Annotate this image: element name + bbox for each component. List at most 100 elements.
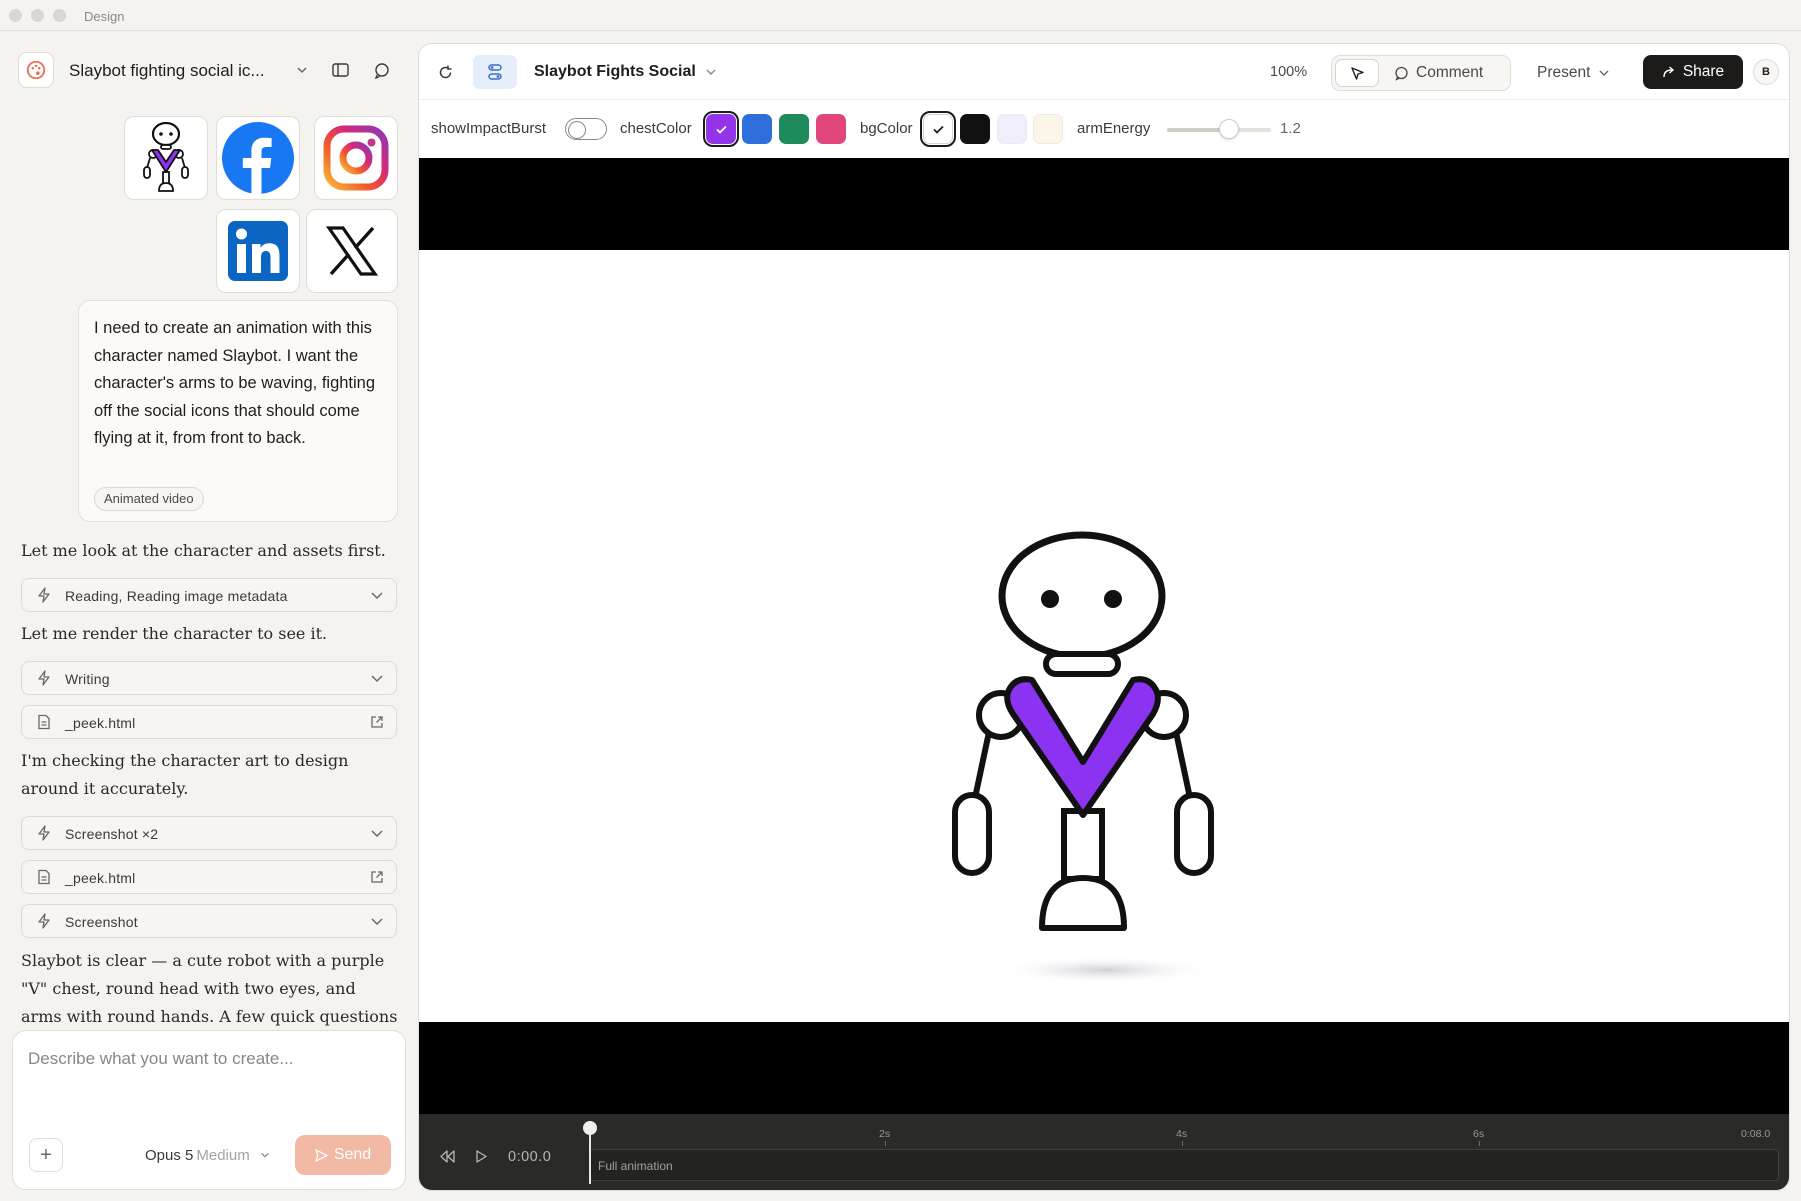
chevron-down-icon: [371, 918, 383, 926]
mode-switcher: Comment: [1331, 55, 1511, 91]
file-name: _peek.html: [65, 715, 136, 731]
play-icon[interactable]: [473, 1148, 489, 1164]
lightning-icon: [38, 587, 50, 603]
robot-hand-left: [952, 792, 992, 876]
minimize-window-button[interactable]: [31, 9, 44, 22]
comment-label: Comment: [1416, 64, 1484, 81]
present-button[interactable]: Present: [1537, 64, 1610, 82]
arm-energy-handle[interactable]: [1219, 119, 1240, 139]
arm-energy-value: 1.2: [1280, 120, 1301, 137]
tool-call-label: Reading, Reading image metadata: [65, 588, 288, 604]
check-icon: [932, 125, 944, 134]
share-button[interactable]: Share: [1643, 55, 1743, 89]
rewind-icon[interactable]: [439, 1148, 455, 1164]
prompt-input[interactable]: [28, 1049, 388, 1069]
comment-icon: [1395, 66, 1408, 81]
palette-icon[interactable]: [18, 52, 54, 88]
attachment-slaybot[interactable]: [124, 116, 208, 200]
bg-swatch-white[interactable]: [920, 111, 956, 147]
tool-call-label: Writing: [65, 671, 110, 687]
robot-neck: [1043, 651, 1121, 677]
playhead-handle[interactable]: [583, 1121, 597, 1135]
attachment-x[interactable]: [306, 209, 398, 293]
open-external-icon: [371, 871, 383, 883]
new-chat-icon[interactable]: [370, 58, 394, 82]
bg-swatch-lavender[interactable]: [997, 114, 1027, 144]
lightning-icon: [38, 913, 50, 929]
animation-canvas[interactable]: [419, 250, 1789, 1022]
tool-call-row[interactable]: Reading, Reading image metadata: [21, 578, 397, 612]
robot-arm-right: [1173, 731, 1193, 799]
share-arrow-icon: [1663, 66, 1674, 78]
preview-panel: Slaybot Fights Social 100% Comment Prese…: [418, 43, 1790, 1191]
show-impact-toggle[interactable]: [565, 118, 607, 140]
send-icon: [315, 1148, 328, 1162]
chevron-down-icon[interactable]: [697, 58, 725, 86]
x-logo-icon: [326, 226, 378, 276]
zoom-window-button[interactable]: [53, 9, 66, 22]
sidebar-toggle-icon[interactable]: [328, 58, 352, 82]
chevron-down-icon[interactable]: [290, 58, 314, 82]
model-selector[interactable]: Opus 5 Medium: [145, 1147, 270, 1164]
refresh-icon[interactable]: [431, 58, 459, 86]
current-time: 0:00.0: [508, 1149, 552, 1165]
check-icon: [715, 125, 727, 134]
window-titlebar: Design: [0, 0, 1801, 31]
facebook-icon: [222, 122, 294, 194]
attachment-instagram[interactable]: [314, 116, 398, 200]
robot-eye-right: [1104, 590, 1122, 608]
user-message: I need to create an animation with this …: [78, 300, 398, 522]
attachment-linkedin[interactable]: [216, 209, 300, 293]
tool-call-row[interactable]: Writing: [21, 661, 397, 695]
arm-energy-label: armEnergy: [1077, 120, 1151, 137]
add-attachment-button[interactable]: +: [29, 1138, 63, 1172]
robot-eye-left: [1041, 590, 1059, 608]
file-icon: [38, 869, 50, 885]
tool-call-label: Screenshot: [65, 914, 138, 930]
robot-head: [998, 531, 1166, 661]
chevron-down-icon: [371, 675, 383, 683]
bg-swatch-black[interactable]: [960, 114, 990, 144]
robot-foot: [1039, 875, 1127, 931]
animation-stage: [419, 158, 1789, 1114]
chest-swatch-purple[interactable]: [703, 111, 739, 147]
zoom-level[interactable]: 100%: [1270, 64, 1307, 80]
project-title[interactable]: Slaybot fighting social ic...: [69, 61, 265, 81]
chest-color-label: chestColor: [620, 120, 692, 137]
file-icon: [38, 714, 50, 730]
model-name: Opus 5: [145, 1147, 194, 1164]
chevron-down-icon: [1599, 70, 1609, 76]
ground-shadow: [995, 956, 1215, 984]
select-tool-button[interactable]: [1335, 59, 1379, 87]
comment-button[interactable]: Comment: [1394, 64, 1483, 82]
close-window-button[interactable]: [9, 9, 22, 22]
robot-hand-right: [1174, 792, 1214, 876]
assistant-message: Let me look at the character and assets …: [21, 541, 386, 560]
timeline-tick: 2s: [879, 1128, 891, 1140]
show-impact-label: showImpactBurst: [431, 120, 547, 137]
file-row[interactable]: _peek.html: [21, 860, 397, 894]
user-message-text: I need to create an animation with this …: [94, 319, 376, 447]
tool-call-row[interactable]: Screenshot ×2: [21, 816, 397, 850]
file-title[interactable]: Slaybot Fights Social: [534, 63, 696, 81]
robot-arm-left: [972, 731, 992, 799]
timeline-tickmark: [1479, 1141, 1480, 1146]
model-effort: Medium: [196, 1147, 250, 1164]
avatar[interactable]: B: [1753, 59, 1779, 85]
send-button[interactable]: Send: [295, 1135, 391, 1175]
project-header: Slaybot fighting social ic...: [18, 52, 398, 88]
send-label: Send: [333, 1146, 372, 1163]
chest-swatch-green[interactable]: [779, 114, 809, 144]
attachment-facebook[interactable]: [216, 116, 300, 200]
timeline-tickmark: [1182, 1141, 1183, 1146]
preview-toolbar: Slaybot Fights Social 100% Comment Prese…: [419, 44, 1789, 100]
open-external-icon: [371, 716, 383, 728]
timeline-tick: 0:08.0: [1741, 1128, 1771, 1140]
bg-swatch-cream[interactable]: [1033, 114, 1063, 144]
chest-swatch-pink[interactable]: [816, 114, 846, 144]
tool-call-row[interactable]: Screenshot: [21, 904, 397, 938]
timeline-track[interactable]: Full animation: [589, 1149, 1779, 1181]
tweaks-toggle-icon[interactable]: [473, 55, 517, 89]
file-row[interactable]: _peek.html: [21, 705, 397, 739]
chest-swatch-blue[interactable]: [742, 114, 772, 144]
